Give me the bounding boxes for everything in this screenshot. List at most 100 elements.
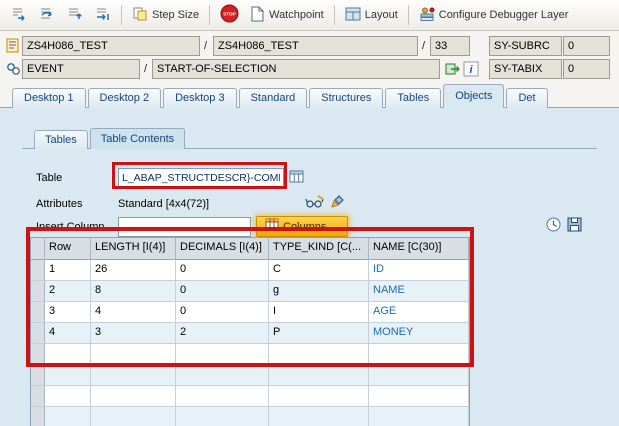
row-selector[interactable]: [31, 323, 45, 344]
table-name-input[interactable]: [118, 168, 284, 188]
goto-source-icon[interactable]: [445, 61, 461, 82]
stop-button[interactable]: STOP: [215, 1, 244, 29]
row-selector[interactable]: [31, 386, 45, 407]
grid-cell[interactable]: I: [269, 302, 369, 323]
display-change-icon[interactable]: [305, 194, 325, 215]
grid-cell[interactable]: 2: [45, 281, 91, 302]
row-selector[interactable]: [31, 281, 45, 302]
grid-cell[interactable]: [45, 386, 91, 407]
grid-cell[interactable]: [91, 407, 176, 426]
grid-header-row: Row LENGTH [I(4)] DECIMALS [I(4)] TYPE_KIND…: [31, 238, 469, 260]
line-number-field[interactable]: 33: [430, 36, 470, 56]
row-selector[interactable]: [31, 365, 45, 386]
step-size-button[interactable]: Step Size: [127, 3, 204, 28]
sy-tabix-value-field[interactable]: 0: [563, 59, 610, 79]
grid-cell[interactable]: 2: [176, 323, 269, 344]
contents-grid: Row LENGTH [I(4)] DECIMALS [I(4)] TYPE_KIND…: [30, 237, 470, 426]
row-selector[interactable]: [31, 344, 45, 365]
grid-cell[interactable]: [176, 386, 269, 407]
grid-cell[interactable]: [269, 407, 369, 426]
grid-cell[interactable]: 26: [91, 260, 176, 281]
grid-cell[interactable]: [91, 365, 176, 386]
grid-cell[interactable]: AGE: [369, 302, 469, 323]
include-field[interactable]: ZS4H086_TEST: [213, 36, 418, 56]
grid-cell[interactable]: 4: [91, 302, 176, 323]
grid-cell[interactable]: P: [269, 323, 369, 344]
grid-cell[interactable]: [45, 365, 91, 386]
grid-cell[interactable]: [369, 386, 469, 407]
layout-button[interactable]: Layout: [340, 3, 403, 28]
info-icon[interactable]: i: [463, 61, 479, 82]
grid-cell[interactable]: [269, 386, 369, 407]
tab-objects[interactable]: Objects: [443, 84, 505, 108]
grid-cell[interactable]: 0: [176, 260, 269, 281]
grid-cell[interactable]: [369, 407, 469, 426]
grid-cell[interactable]: [176, 344, 269, 365]
table-row: 1 26 0 C ID: [31, 260, 469, 281]
step-continue-button[interactable]: [89, 2, 116, 28]
grid-column-header[interactable]: Row: [45, 238, 91, 260]
grid-cell[interactable]: [269, 365, 369, 386]
sy-subrc-value-field[interactable]: 0: [563, 36, 610, 56]
grid-cell[interactable]: [369, 365, 469, 386]
watchpoint-button[interactable]: Watchpoint: [245, 3, 329, 28]
row-selector[interactable]: [31, 302, 45, 323]
columns-button[interactable]: Columns ...: [256, 216, 348, 237]
grid-cell[interactable]: MONEY: [369, 323, 469, 344]
tab-table-contents[interactable]: Table Contents: [89, 128, 186, 149]
step-into-button[interactable]: [5, 2, 32, 28]
row-selector[interactable]: [31, 407, 45, 426]
tab-tables[interactable]: Tables: [34, 130, 88, 149]
clock-icon[interactable]: [545, 216, 562, 238]
grid-cell[interactable]: 3: [91, 323, 176, 344]
tab-desktop-1[interactable]: Desktop 1: [12, 88, 86, 108]
grid-cell[interactable]: 8: [91, 281, 176, 302]
grid-cell[interactable]: 4: [45, 323, 91, 344]
program-field[interactable]: ZS4H086_TEST: [22, 36, 200, 56]
row-selector[interactable]: [31, 260, 45, 281]
tab-desktop-2[interactable]: Desktop 2: [87, 88, 162, 108]
grid-cell[interactable]: [91, 386, 176, 407]
tab-standard[interactable]: Standard: [238, 88, 308, 108]
tab-det[interactable]: Det: [506, 88, 548, 108]
grid-cell[interactable]: [45, 344, 91, 365]
grid-column-header[interactable]: TYPE_KIND [C(...: [269, 238, 369, 260]
grid-cell[interactable]: 0: [176, 281, 269, 302]
grid-cell[interactable]: NAME: [369, 281, 469, 302]
step-over-button[interactable]: [33, 2, 60, 28]
grid-cell[interactable]: g: [269, 281, 369, 302]
grid-cell[interactable]: [269, 344, 369, 365]
main-tab-strip: Desktop 1 Desktop 2 Desktop 3 Standard Struc…: [0, 84, 619, 108]
program-icon: [6, 38, 21, 59]
table-select-icon[interactable]: [289, 169, 305, 190]
toolbar-separator: [407, 5, 409, 25]
event-type-field[interactable]: EVENT: [22, 59, 140, 79]
grid-cell[interactable]: [176, 407, 269, 426]
toolbar-separator: [333, 5, 335, 25]
context-row-program: ZS4H086_TEST / ZS4H086_TEST / 33 SY-SUBR…: [0, 36, 619, 58]
layout-icon: [345, 6, 361, 25]
tab-structures[interactable]: Structures: [309, 88, 384, 108]
grid-cell[interactable]: [91, 344, 176, 365]
grid-cell[interactable]: 0: [176, 302, 269, 323]
grid-cell[interactable]: [45, 407, 91, 426]
grid-cell[interactable]: 1: [45, 260, 91, 281]
event-name-field[interactable]: START-OF-SELECTION: [152, 59, 440, 79]
save-layout-icon[interactable]: [566, 216, 583, 238]
attributes-label: Attributes: [36, 198, 83, 210]
stop-icon: STOP: [220, 4, 239, 26]
insert-column-input[interactable]: [118, 217, 251, 237]
tab-desktop-3[interactable]: Desktop 3: [163, 88, 237, 108]
grid-cell[interactable]: C: [269, 260, 369, 281]
edit-icon[interactable]: [329, 194, 345, 215]
configure-debugger-layer-button[interactable]: Configure Debugger Layer: [414, 3, 574, 28]
grid-column-header[interactable]: LENGTH [I(4)]: [91, 238, 176, 260]
step-return-button[interactable]: [61, 2, 88, 28]
tab-tables[interactable]: Tables: [385, 88, 442, 108]
grid-column-header[interactable]: NAME [C(30)]: [369, 238, 469, 260]
grid-column-header[interactable]: DECIMALS [I(4)]: [176, 238, 269, 260]
grid-cell[interactable]: 3: [45, 302, 91, 323]
grid-cell[interactable]: [176, 365, 269, 386]
grid-cell[interactable]: ID: [369, 260, 469, 281]
grid-cell[interactable]: [369, 344, 469, 365]
